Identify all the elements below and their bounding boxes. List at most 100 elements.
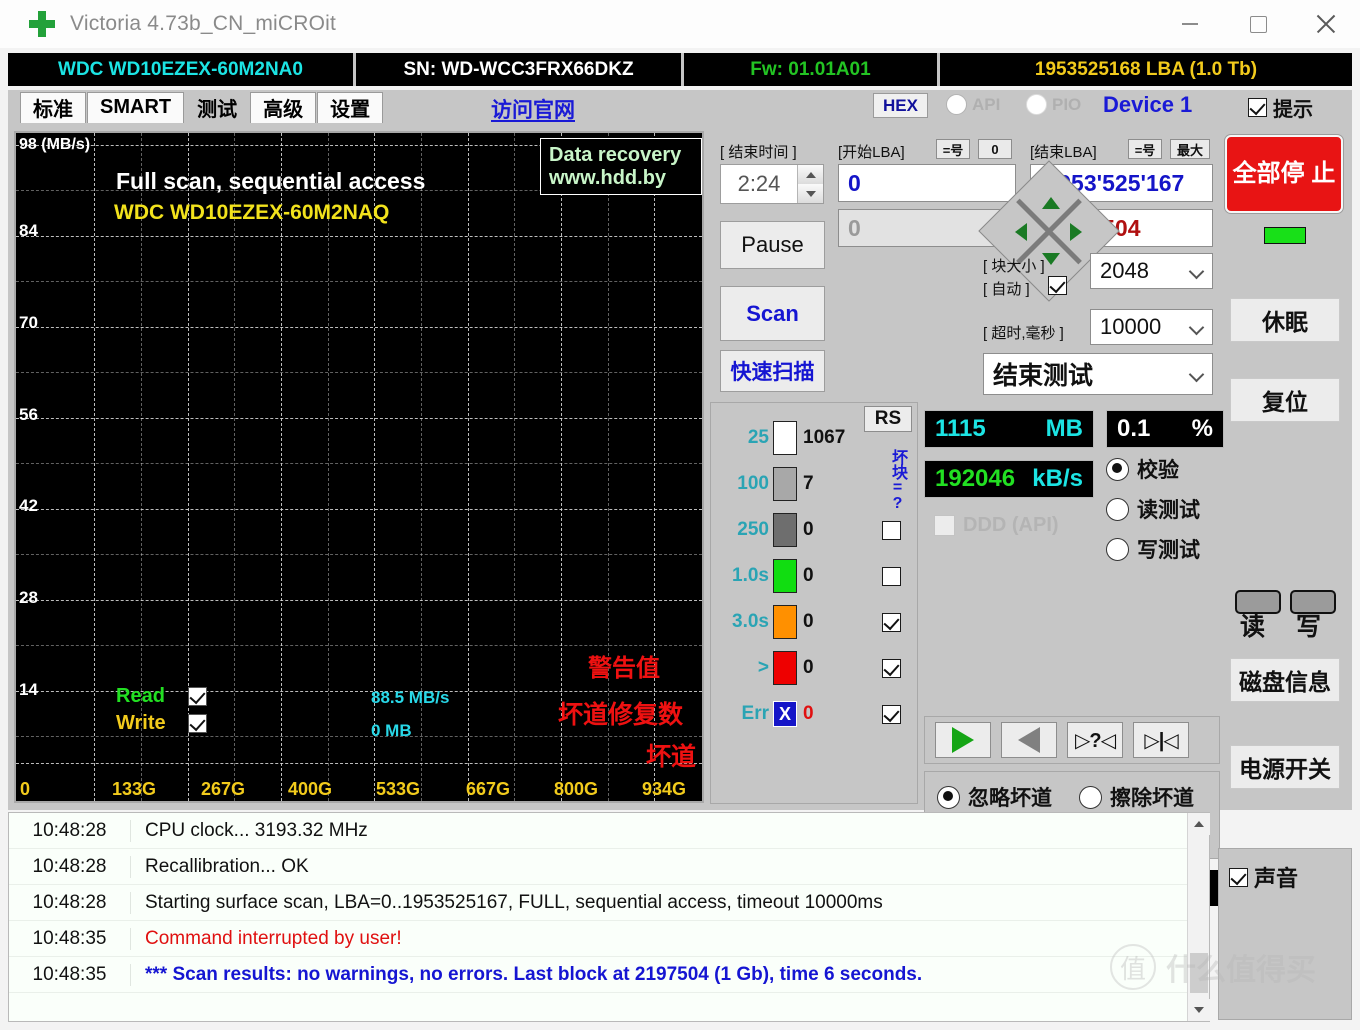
- step-button[interactable]: ▷|◁: [1133, 722, 1189, 758]
- chevron-down-icon: [1189, 264, 1205, 280]
- block-size-select[interactable]: 2048: [1090, 253, 1213, 289]
- arrow-down-icon[interactable]: [1042, 253, 1060, 265]
- write-checkbox-icon[interactable]: [188, 714, 207, 733]
- start-lba-zero-button[interactable]: 0: [978, 139, 1012, 159]
- official-site-link[interactable]: 访问官网: [491, 94, 575, 124]
- percent-readout: 0.1 %: [1106, 410, 1224, 448]
- tab-settings[interactable]: 设置: [317, 92, 383, 123]
- error-x-icon: X: [773, 701, 797, 727]
- chevron-up-icon: [1194, 821, 1204, 827]
- tab-advanced[interactable]: 高级: [250, 92, 316, 123]
- tab-standard[interactable]: 标准: [20, 92, 86, 123]
- radio-icon: [937, 786, 960, 809]
- maximize-button[interactable]: [1224, 0, 1292, 48]
- drive-serial: SN: WD-WCC3FRX66DKZ: [356, 53, 681, 86]
- hist-checkbox[interactable]: [882, 521, 901, 540]
- end-test-select[interactable]: 结束测试: [983, 353, 1213, 395]
- tab-smart[interactable]: SMART: [87, 92, 184, 123]
- end-lba-equals-button[interactable]: =号: [1128, 139, 1162, 159]
- read-write-leds: 读 写: [1230, 590, 1344, 660]
- hist-color-swatch: [773, 513, 797, 547]
- radio-icon: [1106, 458, 1129, 481]
- tip-checkbox[interactable]: 提示: [1248, 93, 1313, 122]
- bad-sector-annotation: 坏道: [646, 737, 696, 773]
- chevron-up-icon: [806, 172, 816, 178]
- tab-test[interactable]: 测试: [185, 92, 249, 123]
- arrow-left-icon[interactable]: [1015, 223, 1027, 241]
- play-icon: [952, 727, 974, 753]
- play-button[interactable]: [935, 722, 991, 758]
- disk-info-button[interactable]: 磁盘信息: [1230, 658, 1340, 702]
- graph-title: Full scan, sequential access: [116, 168, 425, 195]
- mode-label: 校验: [1137, 454, 1179, 484]
- sound-checkbox[interactable]: 声音: [1229, 861, 1298, 893]
- ddd-api-checkbox: DDD (API): [934, 514, 1059, 537]
- legend-write[interactable]: Write: [116, 712, 207, 735]
- right-sidebar: 全部停 止 休眠 复位 读 写 磁盘信息 电源开关: [1218, 130, 1352, 806]
- start-lba-equals-button[interactable]: =号: [936, 139, 970, 159]
- end-time-spinner[interactable]: 2:24: [720, 164, 824, 204]
- hist-color-swatch: [773, 467, 797, 501]
- hist-value: 0: [803, 703, 814, 725]
- pio-mode-radio[interactable]: PIO: [1026, 94, 1081, 115]
- tab-list: 标准 SMART 测试 高级 设置: [20, 92, 384, 123]
- auto-label: [ 自动 ]: [983, 278, 1030, 299]
- log-message: Starting surface scan, LBA=0..1953525167…: [131, 892, 883, 914]
- scan-button[interactable]: Scan: [720, 286, 825, 341]
- legend-read[interactable]: Read: [116, 685, 207, 708]
- hist-checkbox[interactable]: [882, 659, 901, 678]
- close-button[interactable]: [1292, 0, 1360, 48]
- log-panel[interactable]: 10:48:28 CPU clock... 3193.32 MHz 10:48:…: [8, 812, 1210, 1022]
- app-logo: [22, 11, 62, 37]
- reset-button[interactable]: 复位: [1230, 378, 1340, 422]
- pause-button[interactable]: Pause: [720, 221, 825, 269]
- spinner-up-button[interactable]: [797, 165, 823, 184]
- hist-value: 0: [803, 519, 814, 541]
- tip-label: 提示: [1273, 93, 1313, 122]
- log-row: 10:48:28 Recallibration... OK: [9, 849, 1209, 885]
- find-button[interactable]: ▷?◁: [1067, 722, 1123, 758]
- quick-scan-button[interactable]: 快速扫描: [720, 350, 825, 392]
- api-mode-radio[interactable]: API: [946, 94, 1000, 115]
- start-lba-label: [开始LBA]: [838, 141, 905, 162]
- power-switch-button[interactable]: 电源开关: [1230, 745, 1340, 789]
- log-time: 10:48:35: [9, 928, 131, 950]
- action-ignore[interactable]: 忽略坏道: [937, 782, 1052, 812]
- mode-read-test[interactable]: 读测试: [1106, 494, 1200, 524]
- hist-key: 250: [717, 519, 773, 541]
- back-button[interactable]: [1001, 722, 1057, 758]
- hist-row-err: Err X 0: [717, 691, 913, 737]
- arrow-right-icon[interactable]: [1070, 223, 1082, 241]
- x-tick-533g: 533G: [376, 779, 420, 800]
- maximize-icon: [1250, 16, 1267, 33]
- timeout-select[interactable]: 10000: [1090, 309, 1213, 345]
- minimize-button[interactable]: [1156, 0, 1224, 48]
- stop-all-button[interactable]: 全部停 止: [1225, 135, 1343, 213]
- block-size-label: [ 块大小 ]: [983, 255, 1045, 276]
- auto-checkbox[interactable]: [1048, 276, 1067, 295]
- volume-unit: MB: [1046, 415, 1083, 443]
- end-lba-max-button[interactable]: 最大: [1170, 139, 1210, 159]
- spinner-arrows[interactable]: [797, 165, 823, 203]
- scroll-down-button[interactable]: [1188, 999, 1210, 1021]
- scroll-up-button[interactable]: [1188, 813, 1210, 835]
- radio-icon: [1079, 786, 1102, 809]
- hist-checkbox[interactable]: [882, 567, 901, 586]
- radio-icon: [1106, 538, 1129, 561]
- read-checkbox-icon[interactable]: [188, 687, 207, 706]
- hist-checkbox[interactable]: [882, 613, 901, 632]
- scan-graph[interactable]: 98 (MB/s) 84 70 56 42 28 14 0 133G 267G …: [14, 131, 704, 803]
- window-controls: [1156, 0, 1360, 48]
- mode-verify[interactable]: 校验: [1106, 454, 1200, 484]
- hex-button[interactable]: HEX: [873, 93, 928, 118]
- hist-checkbox[interactable]: [882, 705, 901, 724]
- x-tick-133g: 133G: [112, 779, 156, 800]
- checkbox-icon: [1248, 98, 1267, 117]
- hist-key: 1.0s: [717, 565, 773, 587]
- drive-capacity: 1953525168 LBA (1.0 Tb): [940, 53, 1352, 86]
- mode-write-test[interactable]: 写测试: [1106, 534, 1200, 564]
- spinner-down-button[interactable]: [797, 184, 823, 203]
- sleep-button[interactable]: 休眠: [1230, 298, 1340, 342]
- action-erase[interactable]: 擦除坏道: [1079, 782, 1194, 812]
- arrow-up-icon[interactable]: [1042, 197, 1060, 209]
